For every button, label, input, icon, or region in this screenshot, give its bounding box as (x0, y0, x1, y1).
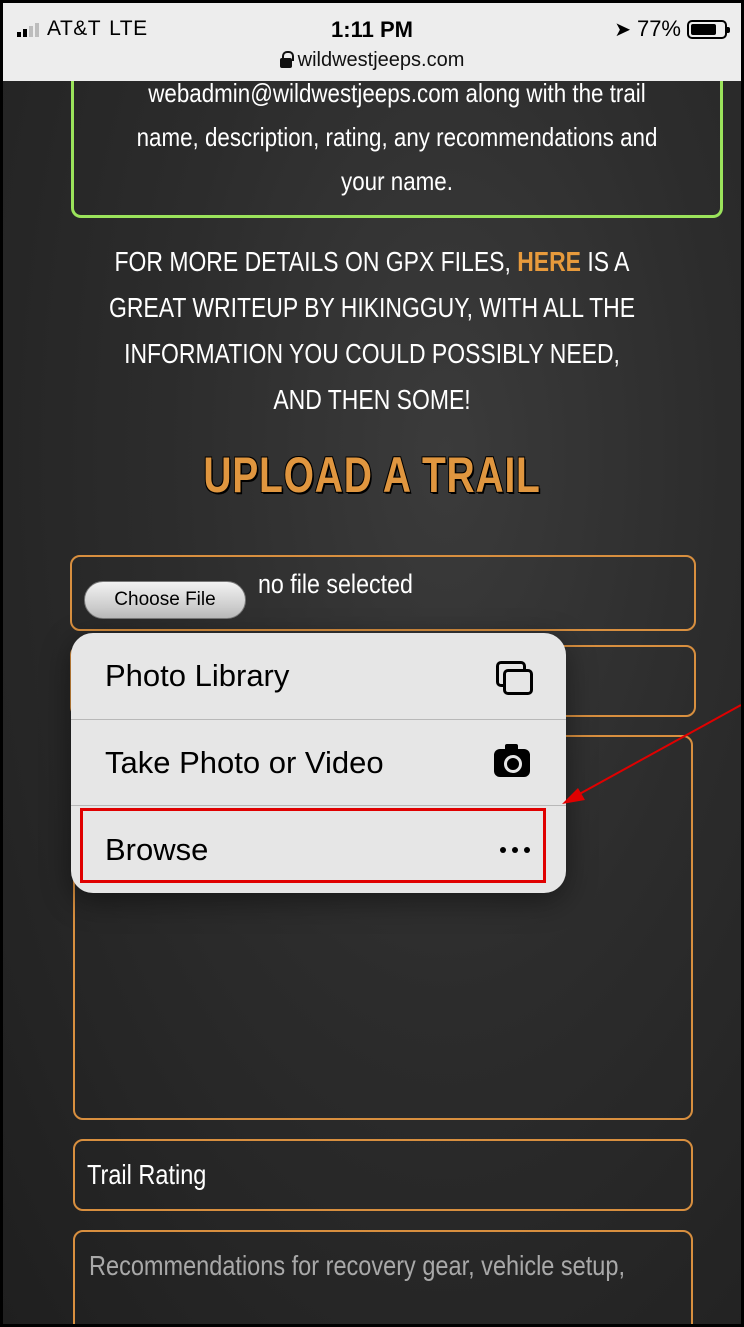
browse-highlight-box (80, 808, 546, 883)
recommendations-placeholder: Recommendations for recovery gear, vehic… (89, 1250, 625, 1281)
trail-rating-select[interactable]: Trail Rating (73, 1139, 693, 1211)
address-bar[interactable]: wildwestjeeps.com (3, 49, 741, 72)
url-text: wildwestjeeps.com (297, 49, 465, 71)
gpx-info-paragraph: For more details on GPX files, HERE is a… (102, 239, 642, 423)
choose-file-button[interactable]: Choose File (84, 581, 246, 619)
menu-item-photo-library[interactable]: Photo Library (71, 633, 566, 719)
contact-info-box: webadmin@wildwestjeeps.com along with th… (71, 81, 723, 218)
battery-percent: 77% (636, 16, 681, 41)
recommendations-textarea[interactable]: Recommendations for recovery gear, vehic… (73, 1230, 693, 1324)
menu-item-label: Photo Library (105, 658, 290, 693)
camera-icon (494, 743, 530, 777)
photo-library-icon (496, 661, 533, 695)
menu-item-label: Take Photo or Video (105, 744, 384, 780)
status-bar: AT&T LTE 1:11 PM ➤ 77% wildwestjeeps.com (3, 3, 741, 81)
contact-info-text: webadmin@wildwestjeeps.com along with th… (136, 81, 658, 196)
menu-item-take-photo[interactable]: Take Photo or Video (71, 719, 566, 805)
location-arrow-icon: ➤ (614, 18, 631, 41)
gpx-text-start: For more details on GPX files, (114, 246, 518, 277)
lock-icon (279, 50, 294, 68)
file-upload-field: Choose File no file selected (70, 555, 696, 631)
trail-rating-label: Trail Rating (87, 1159, 207, 1190)
here-link[interactable]: HERE (517, 246, 581, 277)
upload-trail-heading: UPLOAD A TRAIL (203, 447, 541, 503)
file-status-text: no file selected (258, 569, 413, 599)
battery-info: ➤ 77% (614, 16, 730, 42)
battery-icon (687, 19, 730, 39)
web-page: webadmin@wildwestjeeps.com along with th… (3, 81, 741, 1324)
